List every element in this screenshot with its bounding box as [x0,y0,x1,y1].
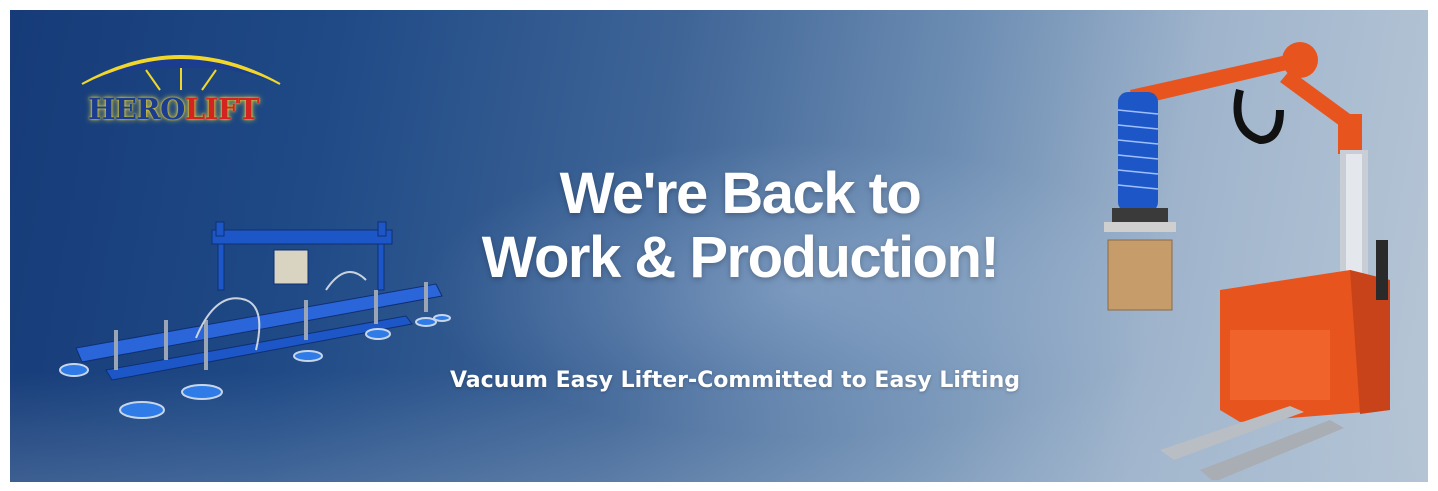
banner: HEROLIFT We're Back to Work & Production… [10,10,1428,482]
logo-text-lift: LIFT [184,92,260,126]
headline-line-1: We're Back to [559,161,922,226]
vacuum-tube-lifter-image [1104,42,1390,480]
logo-text-hero: HERO [88,92,185,126]
headline: We're Back to Work & Production! [390,162,1090,290]
tagline: Vacuum Easy Lifter-Committed to Easy Lif… [449,368,1020,393]
herolift-logo[interactable]: HEROLIFT [76,32,286,142]
headline-line-2: Work & Production! [481,225,1000,290]
logo-wordmark: HEROLIFT [88,92,260,126]
